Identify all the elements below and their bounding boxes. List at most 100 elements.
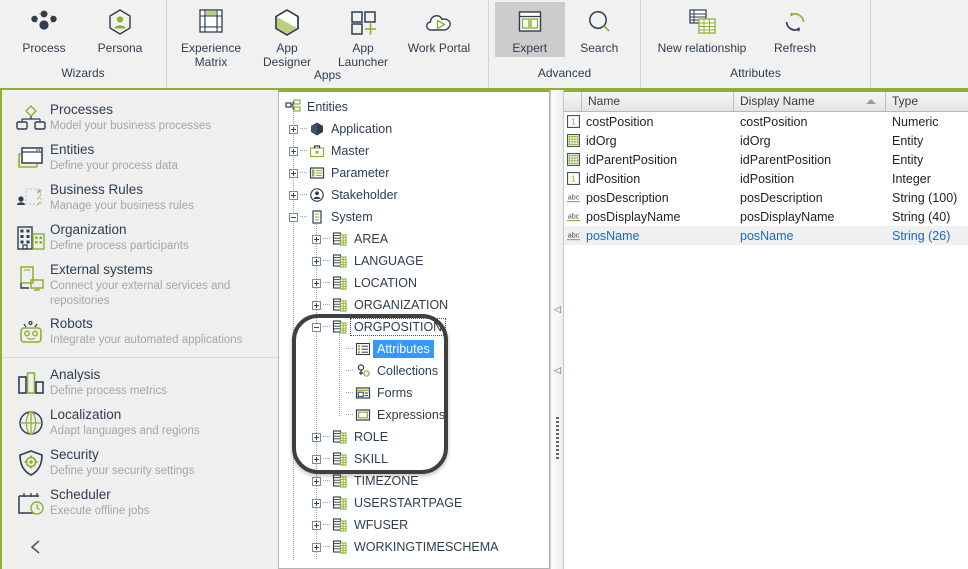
tree-node-organization[interactable]: ORGANIZATION — [279, 294, 549, 316]
grid-header-rowselector[interactable] — [564, 92, 582, 111]
tree-node-wfuser[interactable]: WFUSER — [279, 514, 549, 536]
tree-connector — [300, 184, 307, 206]
panel-splitter[interactable]: ◁ ◁ — [550, 90, 564, 569]
grid-header-type[interactable]: Type — [886, 92, 968, 111]
collapse-toggle[interactable] — [287, 206, 300, 228]
expand-toggle[interactable] — [310, 448, 323, 470]
entity-table-icon — [330, 294, 350, 316]
expand-toggle[interactable] — [287, 184, 300, 206]
grid-header-name[interactable]: Name — [582, 92, 734, 111]
tree-node-label: SKILL — [354, 452, 389, 466]
ribbon-button-app-launcher[interactable]: App Launcher — [325, 2, 401, 71]
sidebar-item-scheduler[interactable]: Scheduler Execute offline jobs — [2, 483, 278, 523]
ribbon-button-refresh[interactable]: Refresh — [757, 2, 833, 57]
tree-node-forms[interactable]: Forms — [279, 382, 549, 404]
work-portal-cloud-icon — [421, 5, 457, 39]
expand-toggle[interactable] — [310, 426, 323, 448]
tree-node-parameter[interactable]: Parameter — [279, 162, 549, 184]
tree-node-userstartpage[interactable]: USERSTARTPAGE — [279, 492, 549, 514]
tree-node-skill[interactable]: SKILL — [279, 448, 549, 470]
sidebar-item-title: Entities — [50, 142, 95, 157]
ribbon-button-experience-matrix[interactable]: Experience Matrix — [173, 2, 249, 71]
sidebar-item-subtitle: Define process participants — [50, 240, 189, 252]
sidebar-item-external-systems[interactable]: External systems Connect your external s… — [2, 258, 278, 312]
cell-display-name: idPosition — [740, 171, 795, 186]
attributes-grid-panel: Name Display Name Type 1 costPosition co… — [564, 90, 968, 569]
tree-node-stakeholder[interactable]: Stakeholder — [279, 184, 549, 206]
ribbon-button-persona[interactable]: Persona — [82, 2, 158, 57]
ribbon-button-expert[interactable]: Expert — [495, 2, 565, 57]
sidebar-collapse-button[interactable] — [2, 523, 278, 560]
cell-display-name: posName — [740, 228, 794, 243]
sidebar-item-business-rules[interactable]: ✕ ✓ ✓ Business Rules Manage your busines… — [2, 178, 278, 218]
table-row[interactable]: 1 costPosition costPosition Numeric — [564, 112, 968, 131]
tree-node-collections[interactable]: Collections — [279, 360, 549, 382]
table-row[interactable]: idOrg idOrg Entity — [564, 131, 968, 150]
expand-toggle[interactable] — [287, 162, 300, 184]
sidebar-item-subtitle: Connect your external services and repos… — [50, 280, 231, 307]
sidebar-item-security[interactable]: Security Define your security settings — [2, 443, 278, 483]
tree-node-application[interactable]: Application — [279, 118, 549, 140]
splitter-grip[interactable] — [556, 417, 559, 461]
ribbon-button-process[interactable]: Process — [6, 2, 82, 57]
sidebar-item-title: Business Rules — [50, 182, 144, 197]
ribbon-group-advanced: Expert Search Advanced — [488, 0, 640, 88]
tree-node-area[interactable]: AREA — [279, 228, 549, 250]
expand-toggle[interactable] — [310, 470, 323, 492]
search-magnifier-icon — [582, 5, 616, 39]
ribbon-group-wizards: Process Persona Wizards — [0, 0, 166, 88]
expand-toggle[interactable] — [310, 514, 323, 536]
svg-text:✓: ✓ — [36, 201, 42, 208]
tree-node-master[interactable]: Master — [279, 140, 549, 162]
sidebar-item-organization[interactable]: Organization Define process participants — [2, 218, 278, 258]
numeric-type-icon: 1 — [566, 115, 580, 128]
tree-node-workingtimeschema[interactable]: WORKINGTIMESCHEMA — [279, 536, 549, 558]
sidebar-item-robots[interactable]: Robots Integrate your automated applicat… — [2, 312, 278, 352]
collapse-toggle[interactable] — [310, 316, 323, 338]
tree-node-language[interactable]: LANGUAGE — [279, 250, 549, 272]
application-hexagon-icon — [307, 118, 327, 140]
expand-toggle[interactable] — [310, 228, 323, 250]
tree-node-entities-root[interactable]: Entities — [279, 96, 549, 118]
ribbon-button-app-designer[interactable]: App Designer — [249, 2, 325, 71]
expand-toggle[interactable] — [310, 272, 323, 294]
tree-node-timezone[interactable]: TIMEZONE — [279, 470, 549, 492]
table-row[interactable]: abc posDisplayName posDisplayName String… — [564, 207, 968, 226]
sidebar-item-localization[interactable]: Localization Adapt languages and regions — [2, 403, 278, 443]
tree-node-orgposition[interactable]: ORGPOSITION — [279, 316, 549, 338]
ribbon-button-new-relationship[interactable]: New relationship — [647, 2, 757, 57]
expand-toggle[interactable] — [310, 492, 323, 514]
collapse-left-arrow-icon[interactable]: ◁ — [554, 305, 561, 314]
tree-connector — [323, 470, 330, 492]
parameter-panel-icon — [307, 162, 327, 184]
entities-tree-panel[interactable]: Entities Application Master Parameter St… — [278, 90, 550, 569]
expand-toggle[interactable] — [310, 536, 323, 558]
table-row[interactable]: idParentPosition idParentPosition Entity — [564, 150, 968, 169]
expand-toggle[interactable] — [310, 294, 323, 316]
tree-node-role[interactable]: ROLE — [279, 426, 549, 448]
table-row[interactable]: abc posName posName String (26) — [564, 226, 968, 245]
sidebar-item-processes[interactable]: Processes Model your business processes — [2, 98, 278, 138]
collapse-left-arrow-icon-2[interactable]: ◁ — [554, 366, 561, 375]
tree-node-location[interactable]: LOCATION — [279, 272, 549, 294]
table-row[interactable]: abc posDescription posDescription String… — [564, 188, 968, 207]
ribbon-button-search[interactable]: Search — [565, 2, 635, 57]
tree-node-attributes[interactable]: Attributes — [279, 338, 549, 360]
grid-header-display-name[interactable]: Display Name — [734, 92, 886, 111]
stakeholder-person-icon — [307, 184, 327, 206]
collections-icon — [353, 360, 373, 382]
organization-building-icon — [12, 221, 50, 255]
sidebar-item-entities[interactable]: Entities Define your process data — [2, 138, 278, 178]
expand-toggle[interactable] — [287, 118, 300, 140]
tree-node-system[interactable]: System — [279, 206, 549, 228]
table-row[interactable]: 1 idPosition idPosition Integer — [564, 169, 968, 188]
tree-connector — [300, 162, 307, 184]
sidebar-item-analysis[interactable]: Analysis Define process metrics — [2, 357, 278, 403]
tree-node-expressions[interactable]: Expressions — [279, 404, 549, 426]
expand-toggle[interactable] — [310, 250, 323, 272]
tree-connector — [300, 118, 307, 140]
tree-connector — [346, 338, 353, 360]
ribbon-button-work-portal[interactable]: Work Portal — [401, 2, 477, 57]
cell-name: idOrg — [586, 133, 617, 148]
expand-toggle[interactable] — [287, 140, 300, 162]
